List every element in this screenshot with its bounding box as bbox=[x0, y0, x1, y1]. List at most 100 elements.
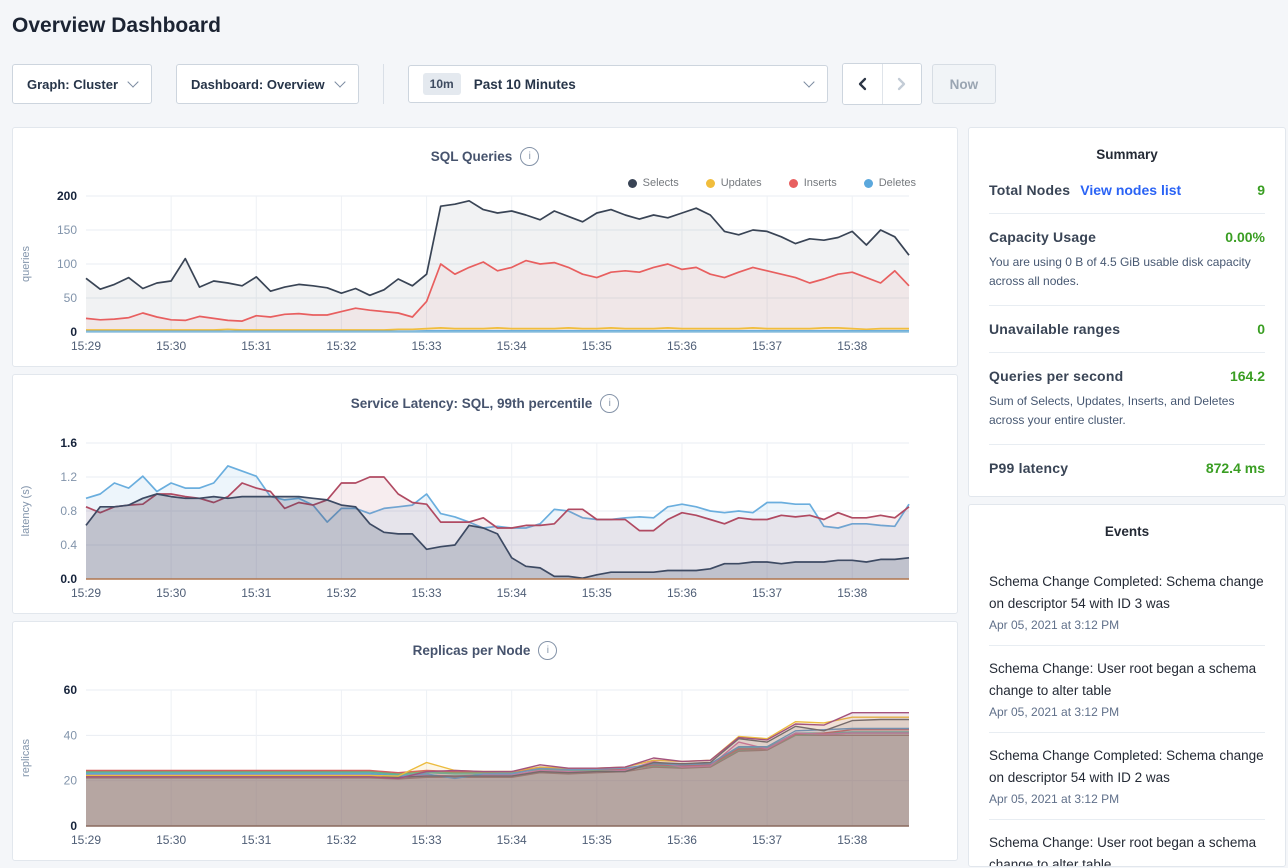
graph-dropdown[interactable]: Graph: Cluster bbox=[12, 64, 152, 104]
event-text: Schema Change: User root began a schema … bbox=[989, 658, 1265, 702]
svg-text:15:37: 15:37 bbox=[752, 586, 782, 600]
legend-item: Inserts bbox=[789, 177, 837, 189]
svg-text:50: 50 bbox=[64, 291, 78, 305]
summary-title: Summary bbox=[989, 147, 1265, 162]
svg-text:15:34: 15:34 bbox=[497, 833, 527, 847]
info-icon[interactable]: i bbox=[520, 147, 539, 166]
chevron-down-icon bbox=[127, 76, 138, 87]
summary-label: P99 latency bbox=[989, 460, 1068, 476]
svg-text:40: 40 bbox=[64, 728, 78, 742]
sql-queries-panel: SQL Queries i Selects Updates Inserts bbox=[12, 127, 958, 367]
svg-text:15:29: 15:29 bbox=[71, 586, 101, 600]
event-text: Schema Change: User root began a schema … bbox=[989, 832, 1265, 867]
summary-description: Sum of Selects, Updates, Inserts, and De… bbox=[989, 392, 1265, 429]
svg-text:15:31: 15:31 bbox=[241, 833, 271, 847]
svg-text:15:37: 15:37 bbox=[752, 833, 782, 847]
svg-text:15:38: 15:38 bbox=[837, 586, 867, 600]
svg-text:60: 60 bbox=[64, 683, 78, 697]
svg-text:150: 150 bbox=[57, 223, 77, 237]
legend-dot bbox=[789, 179, 798, 188]
svg-text:15:30: 15:30 bbox=[156, 586, 186, 600]
chart-title-row: SQL Queries i bbox=[13, 147, 957, 166]
svg-text:15:29: 15:29 bbox=[71, 833, 101, 847]
previous-interval-button[interactable] bbox=[843, 64, 882, 104]
time-range-label: Past 10 Minutes bbox=[474, 77, 576, 92]
svg-text:0.4: 0.4 bbox=[60, 538, 77, 552]
divider bbox=[383, 64, 384, 104]
svg-text:15:33: 15:33 bbox=[412, 339, 442, 353]
info-icon[interactable]: i bbox=[600, 394, 619, 413]
summary-label: Queries per second bbox=[989, 368, 1123, 384]
summary-description: You are using 0 B of 4.5 GiB usable disk… bbox=[989, 253, 1265, 290]
svg-text:15:34: 15:34 bbox=[497, 339, 527, 353]
legend-label: Updates bbox=[721, 177, 762, 189]
summary-value: 872.4 ms bbox=[1206, 460, 1265, 476]
graph-dropdown-label: Graph: Cluster bbox=[27, 77, 118, 92]
event-text: Schema Change Completed: Schema change o… bbox=[989, 745, 1265, 789]
event-timestamp: Apr 05, 2021 at 3:12 PM bbox=[989, 792, 1265, 806]
summary-row-total-nodes: Total Nodes View nodes list 9 bbox=[989, 182, 1265, 198]
svg-text:15:38: 15:38 bbox=[837, 339, 867, 353]
svg-text:0.0: 0.0 bbox=[60, 572, 77, 586]
summary-value: 0.00% bbox=[1225, 229, 1265, 245]
summary-value: 9 bbox=[1257, 182, 1265, 198]
chart-title-row: Replicas per Node i bbox=[13, 641, 957, 660]
legend-item: Deletes bbox=[864, 177, 916, 189]
sql-queries-legend: Selects Updates Inserts Deletes bbox=[628, 177, 916, 189]
svg-text:1.2: 1.2 bbox=[60, 470, 77, 484]
chart-title-row: Service Latency: SQL, 99th percentile i bbox=[13, 394, 957, 413]
dashboard-dropdown-label: Dashboard: Overview bbox=[191, 77, 325, 92]
event-item: Schema Change: User root began a schema … bbox=[989, 820, 1265, 867]
event-item: Schema Change: User root began a schema … bbox=[989, 646, 1265, 733]
legend-dot bbox=[628, 179, 637, 188]
summary-value: 164.2 bbox=[1230, 368, 1265, 384]
legend-label: Selects bbox=[643, 177, 679, 189]
view-nodes-list-link[interactable]: View nodes list bbox=[1080, 182, 1181, 198]
svg-text:0.8: 0.8 bbox=[60, 504, 77, 518]
chart-title: SQL Queries bbox=[431, 149, 513, 164]
svg-text:15:37: 15:37 bbox=[752, 339, 782, 353]
svg-text:15:36: 15:36 bbox=[667, 833, 697, 847]
time-range-selector[interactable]: 10m Past 10 Minutes bbox=[408, 65, 828, 103]
summary-row-qps: Queries per second 164.2 Sum of Selects,… bbox=[989, 368, 1265, 429]
svg-text:15:33: 15:33 bbox=[412, 833, 442, 847]
svg-text:1.6: 1.6 bbox=[60, 436, 77, 450]
page: Overview Dashboard Graph: Cluster Dashbo… bbox=[0, 0, 1288, 867]
svg-text:queries: queries bbox=[20, 245, 32, 282]
svg-text:0: 0 bbox=[70, 325, 77, 339]
svg-text:latency (s): latency (s) bbox=[20, 486, 32, 537]
events-panel: Events Schema Change Completed: Schema c… bbox=[968, 504, 1286, 867]
summary-row-p99-latency: P99 latency 872.4 ms bbox=[989, 460, 1265, 476]
event-item: Schema Change Completed: Schema change o… bbox=[989, 733, 1265, 820]
svg-text:15:29: 15:29 bbox=[71, 339, 101, 353]
events-title: Events bbox=[989, 524, 1265, 539]
svg-text:15:35: 15:35 bbox=[582, 339, 612, 353]
svg-text:15:35: 15:35 bbox=[582, 586, 612, 600]
svg-text:15:32: 15:32 bbox=[326, 586, 356, 600]
svg-text:20: 20 bbox=[64, 774, 78, 788]
now-button[interactable]: Now bbox=[932, 64, 997, 104]
legend-item: Selects bbox=[628, 177, 679, 189]
legend-dot bbox=[706, 179, 715, 188]
info-icon[interactable]: i bbox=[538, 641, 557, 660]
page-title: Overview Dashboard bbox=[12, 14, 1286, 38]
time-range-badge: 10m bbox=[423, 73, 461, 95]
chevron-down-icon bbox=[803, 76, 814, 87]
svg-text:15:34: 15:34 bbox=[497, 586, 527, 600]
svg-text:15:33: 15:33 bbox=[412, 586, 442, 600]
divider bbox=[989, 352, 1265, 353]
svg-text:100: 100 bbox=[57, 257, 77, 271]
event-timestamp: Apr 05, 2021 at 3:12 PM bbox=[989, 705, 1265, 719]
summary-panel: Summary Total Nodes View nodes list 9 Ca… bbox=[968, 127, 1286, 497]
summary-label: Unavailable ranges bbox=[989, 321, 1120, 337]
summary-row-unavailable-ranges: Unavailable ranges 0 bbox=[989, 321, 1265, 337]
sidebar: Summary Total Nodes View nodes list 9 Ca… bbox=[968, 127, 1286, 867]
svg-text:15:36: 15:36 bbox=[667, 339, 697, 353]
dashboard-dropdown[interactable]: Dashboard: Overview bbox=[176, 64, 359, 104]
next-interval-button[interactable] bbox=[882, 64, 921, 104]
summary-label: Total Nodes bbox=[989, 182, 1070, 198]
summary-row-capacity: Capacity Usage 0.00% You are using 0 B o… bbox=[989, 229, 1265, 290]
time-nav-group bbox=[842, 63, 922, 105]
svg-text:15:35: 15:35 bbox=[582, 833, 612, 847]
svg-text:15:32: 15:32 bbox=[326, 339, 356, 353]
